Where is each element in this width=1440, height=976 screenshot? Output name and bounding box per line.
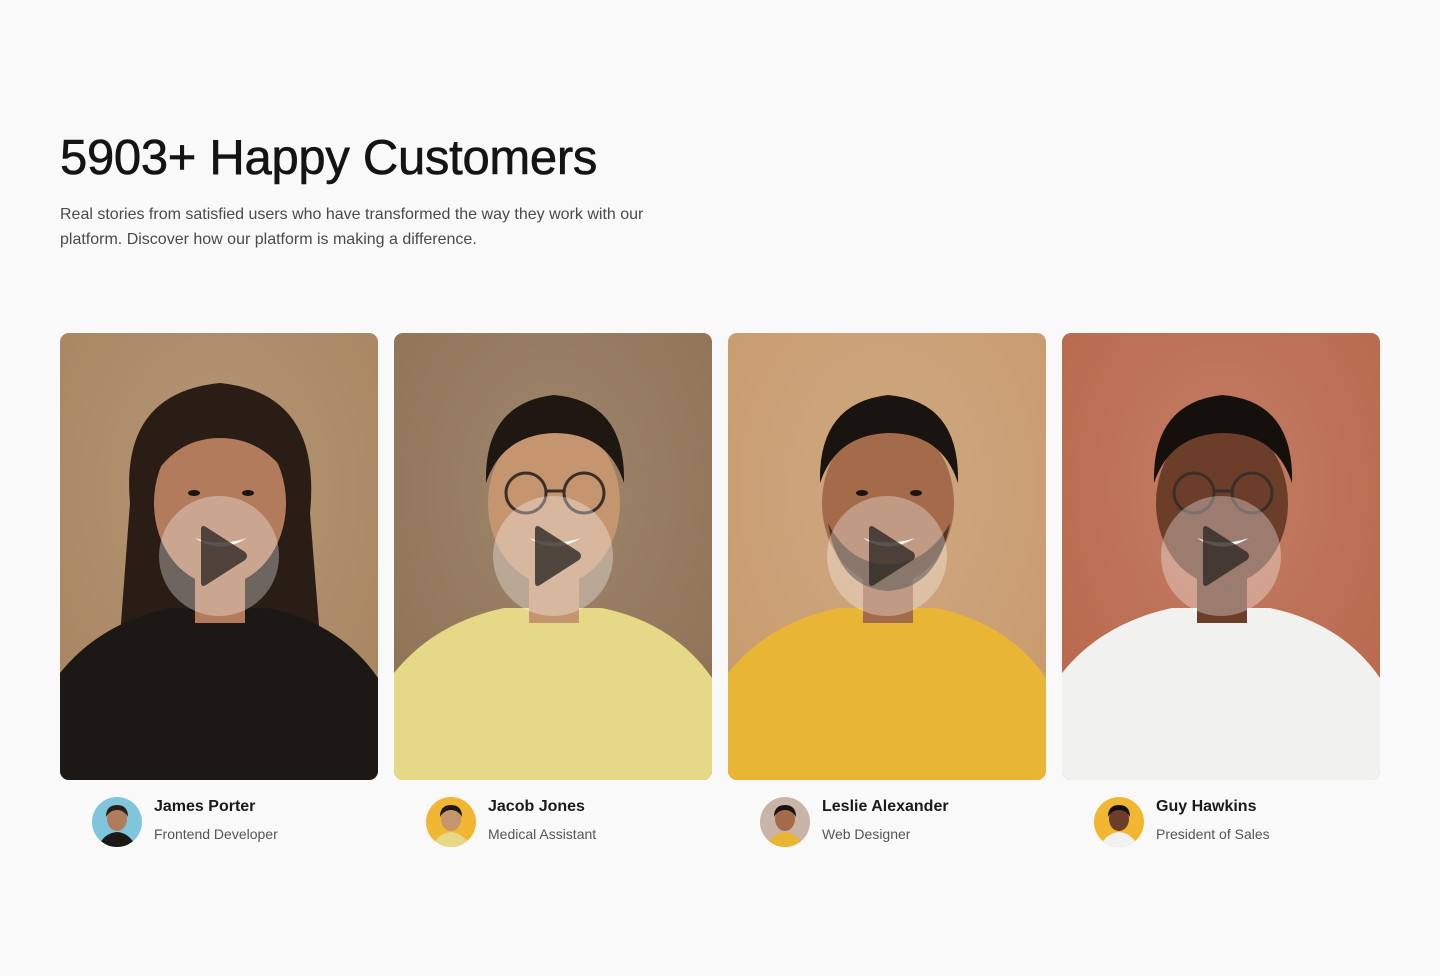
play-icon — [535, 526, 581, 586]
avatar — [426, 797, 476, 847]
play-button[interactable] — [827, 496, 947, 616]
customer-role: Web Designer — [822, 826, 911, 842]
testimonial-video[interactable] — [728, 333, 1046, 780]
avatar — [92, 797, 142, 847]
testimonial-card: Jacob Jones Medical Assistant — [394, 333, 712, 876]
customer-role: Medical Assistant — [488, 826, 597, 842]
avatar — [760, 797, 810, 847]
customer-info: James Porter Frontend Developer — [60, 796, 378, 876]
play-icon — [1203, 526, 1249, 586]
avatar — [1094, 797, 1144, 847]
play-button[interactable] — [159, 496, 279, 616]
testimonial-video[interactable] — [60, 333, 378, 780]
customer-role: Frontend Developer — [154, 826, 278, 842]
customer-name: Leslie Alexander — [822, 798, 949, 815]
testimonial-card: James Porter Frontend Developer — [60, 333, 378, 876]
play-icon — [201, 526, 247, 586]
play-icon — [869, 526, 915, 586]
customer-role: President of Sales — [1156, 826, 1270, 842]
customer-name: Guy Hawkins — [1156, 798, 1257, 815]
page-title: 5903+ Happy Customers — [60, 131, 598, 186]
customer-info: Guy Hawkins President of Sales — [1062, 796, 1380, 876]
customer-name: Jacob Jones — [488, 798, 585, 815]
testimonial-card: Leslie Alexander Web Designer — [728, 333, 1046, 876]
testimonial-cards: James Porter Frontend Developer Jacob Jo… — [60, 333, 1380, 876]
testimonial-video[interactable] — [1062, 333, 1380, 780]
page-description: Real stories from satisfied users who ha… — [60, 206, 644, 248]
testimonial-video[interactable] — [394, 333, 712, 780]
testimonial-card: Guy Hawkins President of Sales — [1062, 333, 1380, 876]
play-button[interactable] — [1161, 496, 1281, 616]
play-button[interactable] — [493, 496, 613, 616]
customer-name: James Porter — [154, 798, 256, 815]
customer-info: Leslie Alexander Web Designer — [728, 796, 1046, 876]
customer-info: Jacob Jones Medical Assistant — [394, 796, 712, 876]
testimonials-section: 5903+ Happy Customers Real stories from … — [0, 0, 1440, 976]
